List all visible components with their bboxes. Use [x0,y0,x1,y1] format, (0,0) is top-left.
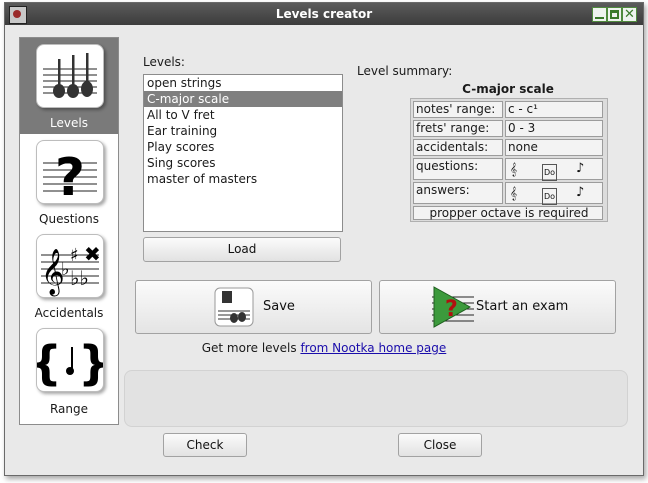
summary-key: answers: [413,182,503,204]
more-levels-text: Get more levels [201,341,301,355]
guitar-icon: ♪ [576,185,585,200]
range-braces-icon: { } [36,328,104,392]
sidebar-item-questions[interactable]: ? Questions [20,134,118,230]
guitars-icon [36,44,104,108]
close-icon[interactable]: ✕ [622,7,637,22]
exam-icon: ? [432,286,474,328]
summary-value: c - c¹ [505,101,603,118]
summary-key: accidentals: [413,139,503,156]
list-item[interactable]: All to V fret [144,107,342,123]
svg-text:♭♭: ♭♭ [70,266,89,290]
list-item[interactable]: open strings [144,75,342,91]
questions-types: 𝄞 Do ♪ [505,158,603,181]
summary-title: C-major scale [462,82,554,96]
save-label: Save [263,299,295,314]
sidebar: Levels ? Questions 𝄞 ♭ ♯ ♭♭ ✖ Accidental… [19,37,119,425]
close-button[interactable]: Close [398,433,482,457]
svg-text:✖: ✖ [84,242,101,266]
list-item[interactable]: master of masters [144,171,342,187]
list-item[interactable]: Play scores [144,139,342,155]
save-icon [214,287,254,327]
summary-key: questions: [413,158,503,180]
load-button[interactable]: Load [143,237,341,262]
accidentals-icon: 𝄞 ♭ ♯ ♭♭ ✖ [36,234,104,298]
question-mark-icon: ? [36,140,104,204]
nootka-home-link[interactable]: from Nootka home page [300,341,446,355]
summary-key: notes' range: [413,101,503,118]
start-exam-button[interactable]: ? Start an exam [379,280,616,334]
sidebar-item-accidentals[interactable]: 𝄞 ♭ ♯ ♭♭ ✖ Accidentals [20,230,118,326]
summary-footer: propper octave is required [413,206,603,220]
svg-text:♯: ♯ [70,245,79,266]
levels-list[interactable]: open strings C-major scale All to V fret… [143,74,343,232]
note-name-icon: Do [542,164,558,181]
score-icon: 𝄞 [510,186,518,200]
summary-table: notes' range: c - c¹ frets' range: 0 - 3… [410,98,608,222]
more-levels-line: Get more levels from Nootka home page [5,341,643,355]
sidebar-label-accidentals: Accidentals [34,306,104,320]
status-message-area [124,370,628,427]
list-item-selected[interactable]: C-major scale [144,91,342,107]
sidebar-label-range: Range [49,402,89,416]
summary-key: frets' range: [413,120,503,137]
title-bar[interactable]: Levels creator ✕ [5,3,643,25]
sidebar-item-levels[interactable]: Levels [20,38,118,134]
note-name-icon: Do [542,188,558,205]
guitar-icon: ♪ [576,161,585,176]
start-exam-label: Start an exam [476,299,569,314]
summary-value: none [505,139,603,156]
levels-creator-window: Levels creator ✕ Levels ? Questions 𝄞 ♭ … [4,2,644,476]
window-title: Levels creator [275,7,373,21]
summary-value: 0 - 3 [505,120,603,137]
sidebar-item-range[interactable]: { } Range [20,324,118,422]
answers-types: 𝄞 Do ♪ [505,182,603,205]
score-icon: 𝄞 [510,162,518,176]
svg-text:♭: ♭ [61,259,70,280]
check-button[interactable]: Check [163,433,247,457]
minimize-icon[interactable] [592,7,607,22]
svg-text:?: ? [445,297,458,322]
sidebar-label-levels: Levels [50,116,88,130]
level-summary-label: Level summary: [357,64,453,78]
list-item[interactable]: Ear training [144,123,342,139]
levels-label: Levels: [143,55,185,69]
list-item[interactable]: Sing scores [144,155,342,171]
save-button[interactable]: Save [135,280,372,334]
sidebar-label-questions: Questions [39,212,99,226]
maximize-icon[interactable] [607,7,622,22]
svg-text:?: ? [55,148,85,203]
